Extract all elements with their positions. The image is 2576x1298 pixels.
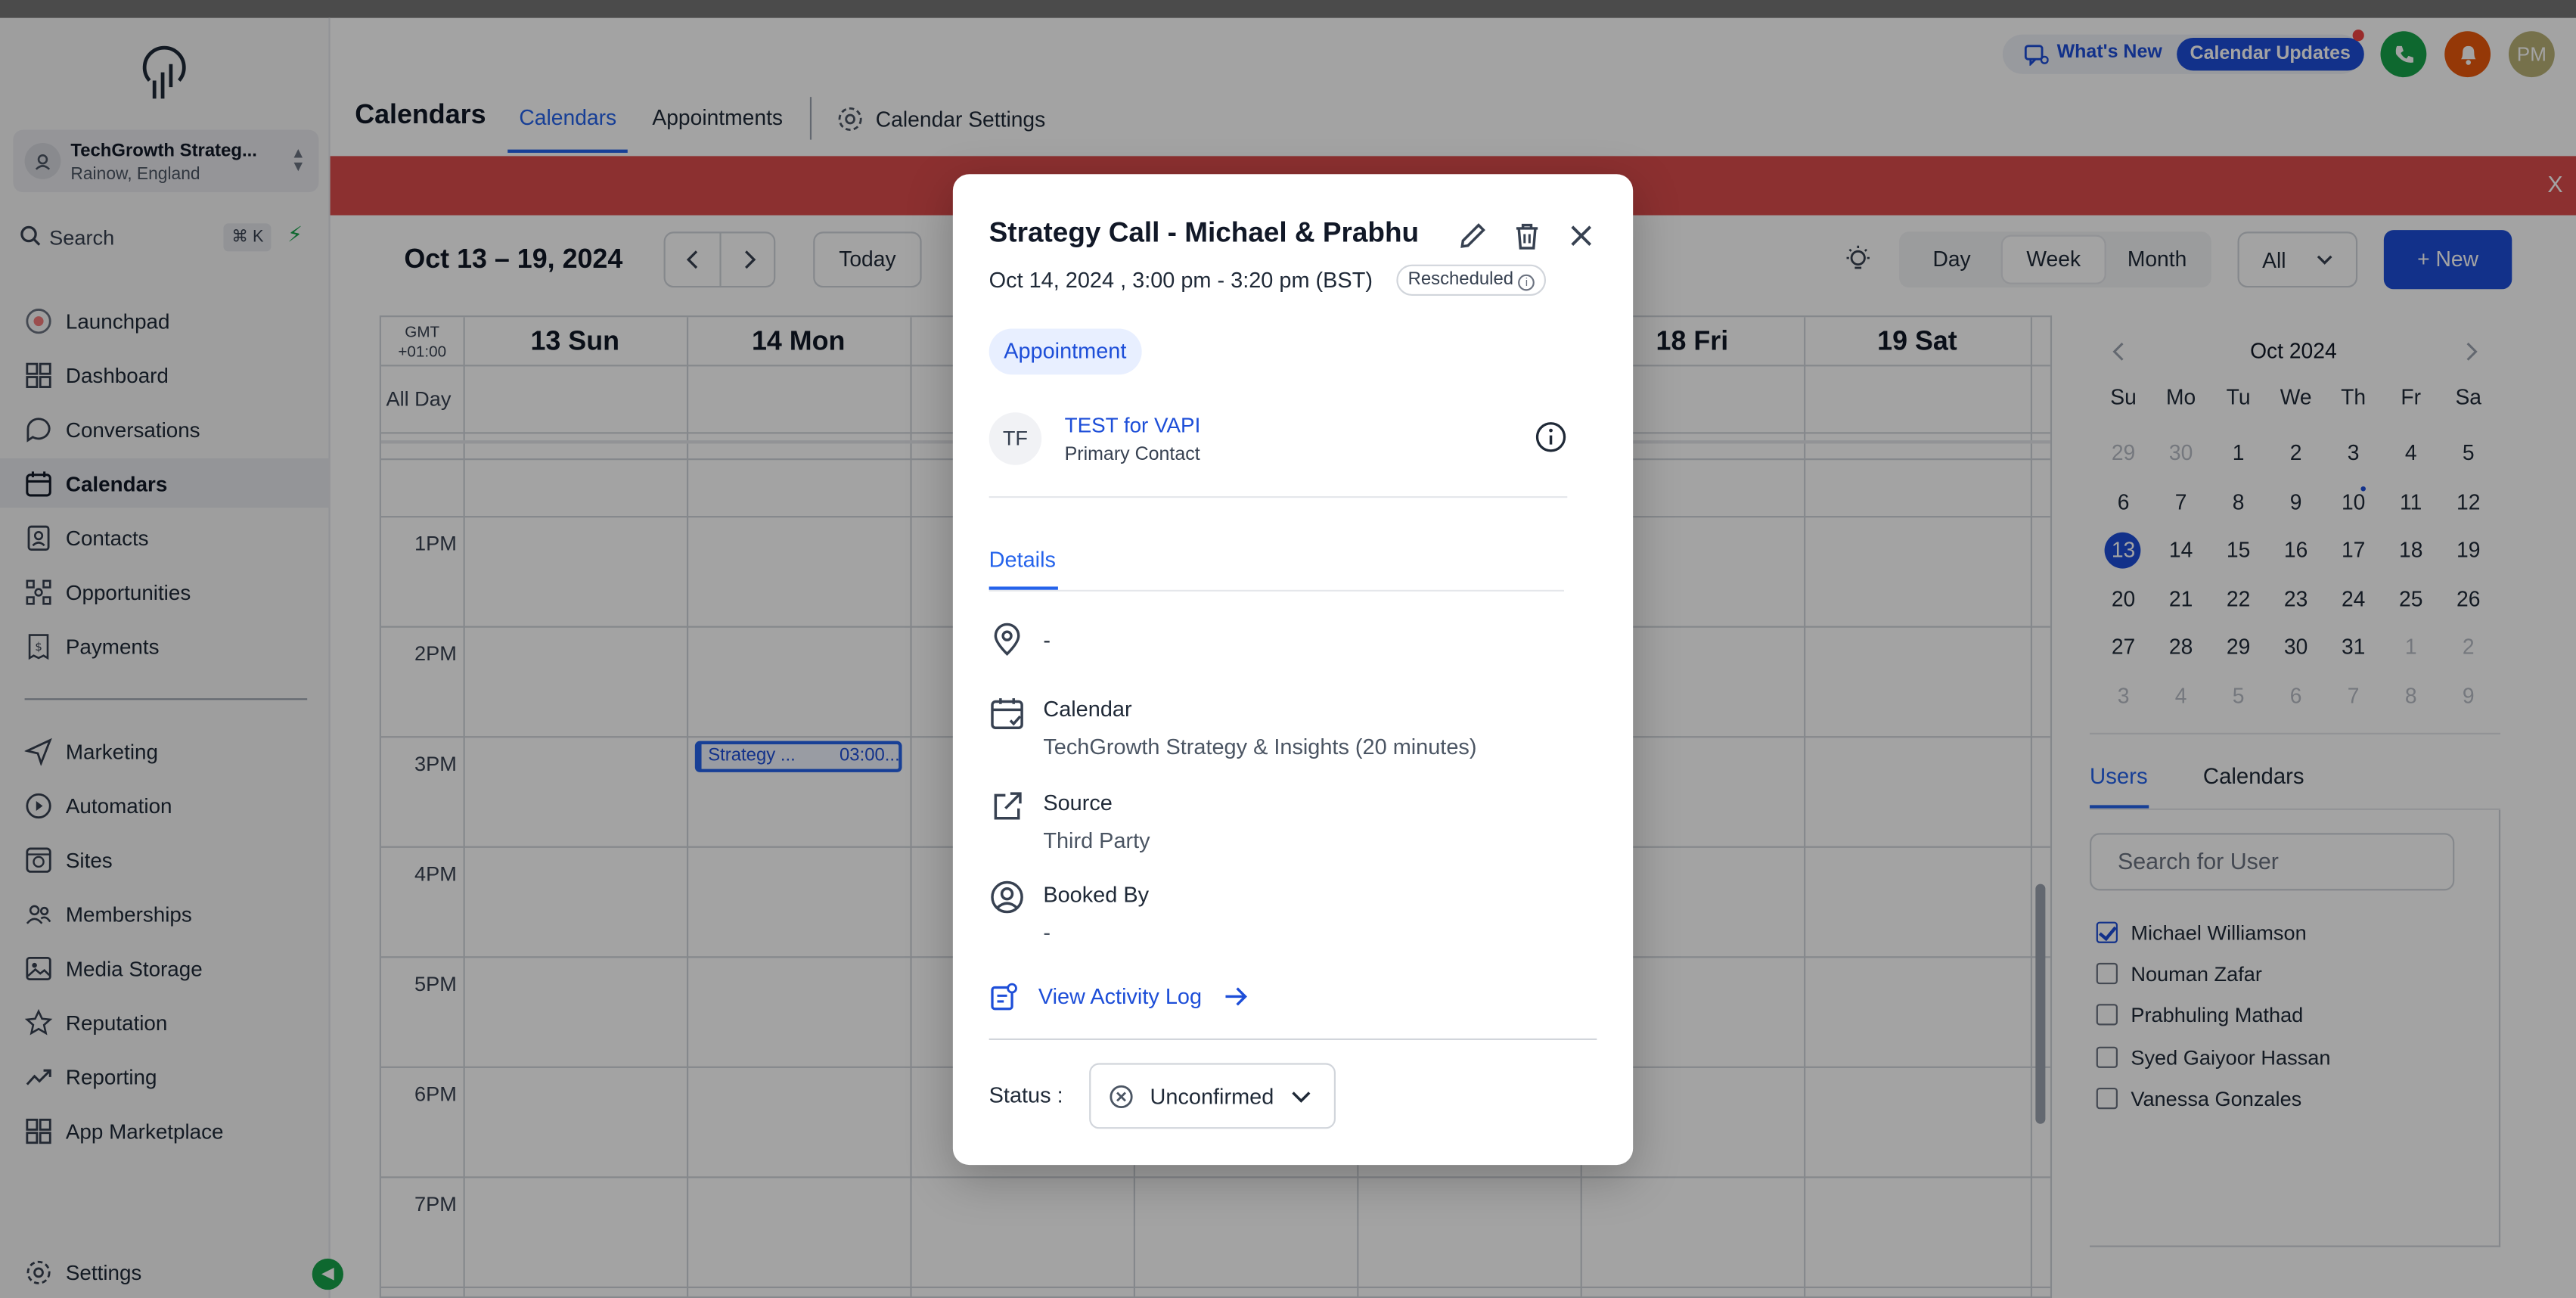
edit-pencil-icon[interactable] <box>1457 220 1488 251</box>
appointment-details-modal: Strategy Call - Michael & Prabhu Oct 14,… <box>952 174 1634 1166</box>
info-circle-icon[interactable] <box>1535 421 1567 453</box>
contact-name-link[interactable]: TEST for VAPI <box>1065 412 1201 437</box>
external-link-icon <box>994 792 1022 820</box>
location-value: - <box>1043 627 1051 653</box>
calendar-value: TechGrowth Strategy & Insights (20 minut… <box>1043 734 1477 759</box>
activity-log-icon <box>991 983 1017 1011</box>
source-label: Source <box>1043 790 1113 815</box>
location-pin-icon <box>994 623 1020 656</box>
app-root: TechGrowth Strateg... Rainow, England ▲ ▼… <box>0 0 2576 1298</box>
status-badge: Rescheduled i <box>1396 264 1547 296</box>
modal-divider <box>989 1038 1597 1041</box>
status-label: Status : <box>989 1082 1063 1108</box>
arrow-right-icon <box>1226 987 1248 1006</box>
appointment-datetime: Oct 14, 2024 , 3:00 pm - 3:20 pm (BST) <box>989 268 1373 293</box>
view-activity-log-link[interactable]: View Activity Log <box>1038 984 1249 1009</box>
calendar-label: Calendar <box>1043 697 1132 722</box>
close-icon[interactable] <box>1567 222 1595 250</box>
contact-avatar: TF <box>989 412 1042 465</box>
user-circle-icon <box>991 880 1023 914</box>
status-value: Unconfirmed <box>1150 1084 1274 1110</box>
booked-by-value: - <box>1043 920 1051 946</box>
modal-divider <box>989 496 1568 498</box>
calendar-check-icon <box>991 698 1023 730</box>
contact-role: Primary Contact <box>1064 445 1200 465</box>
status-dropdown[interactable]: Unconfirmed <box>1089 1063 1336 1129</box>
appointment-title: Strategy Call - Michael & Prabhu <box>989 216 1420 249</box>
x-circle-icon <box>1110 1085 1133 1109</box>
booked-by-label: Booked By <box>1043 882 1150 908</box>
activity-log-label: View Activity Log <box>1038 984 1203 1009</box>
info-icon[interactable]: i <box>1518 274 1535 291</box>
status-badge-label: Rescheduled <box>1407 269 1514 290</box>
chevron-down-icon <box>1292 1092 1311 1103</box>
trash-icon[interactable] <box>1511 220 1542 251</box>
tab-details[interactable]: Details <box>989 547 1056 572</box>
source-value: Third Party <box>1043 828 1150 853</box>
browser-top-strip <box>0 0 2576 18</box>
appointment-type-pill: Appointment <box>989 328 1141 375</box>
tab-baseline <box>989 589 1564 592</box>
